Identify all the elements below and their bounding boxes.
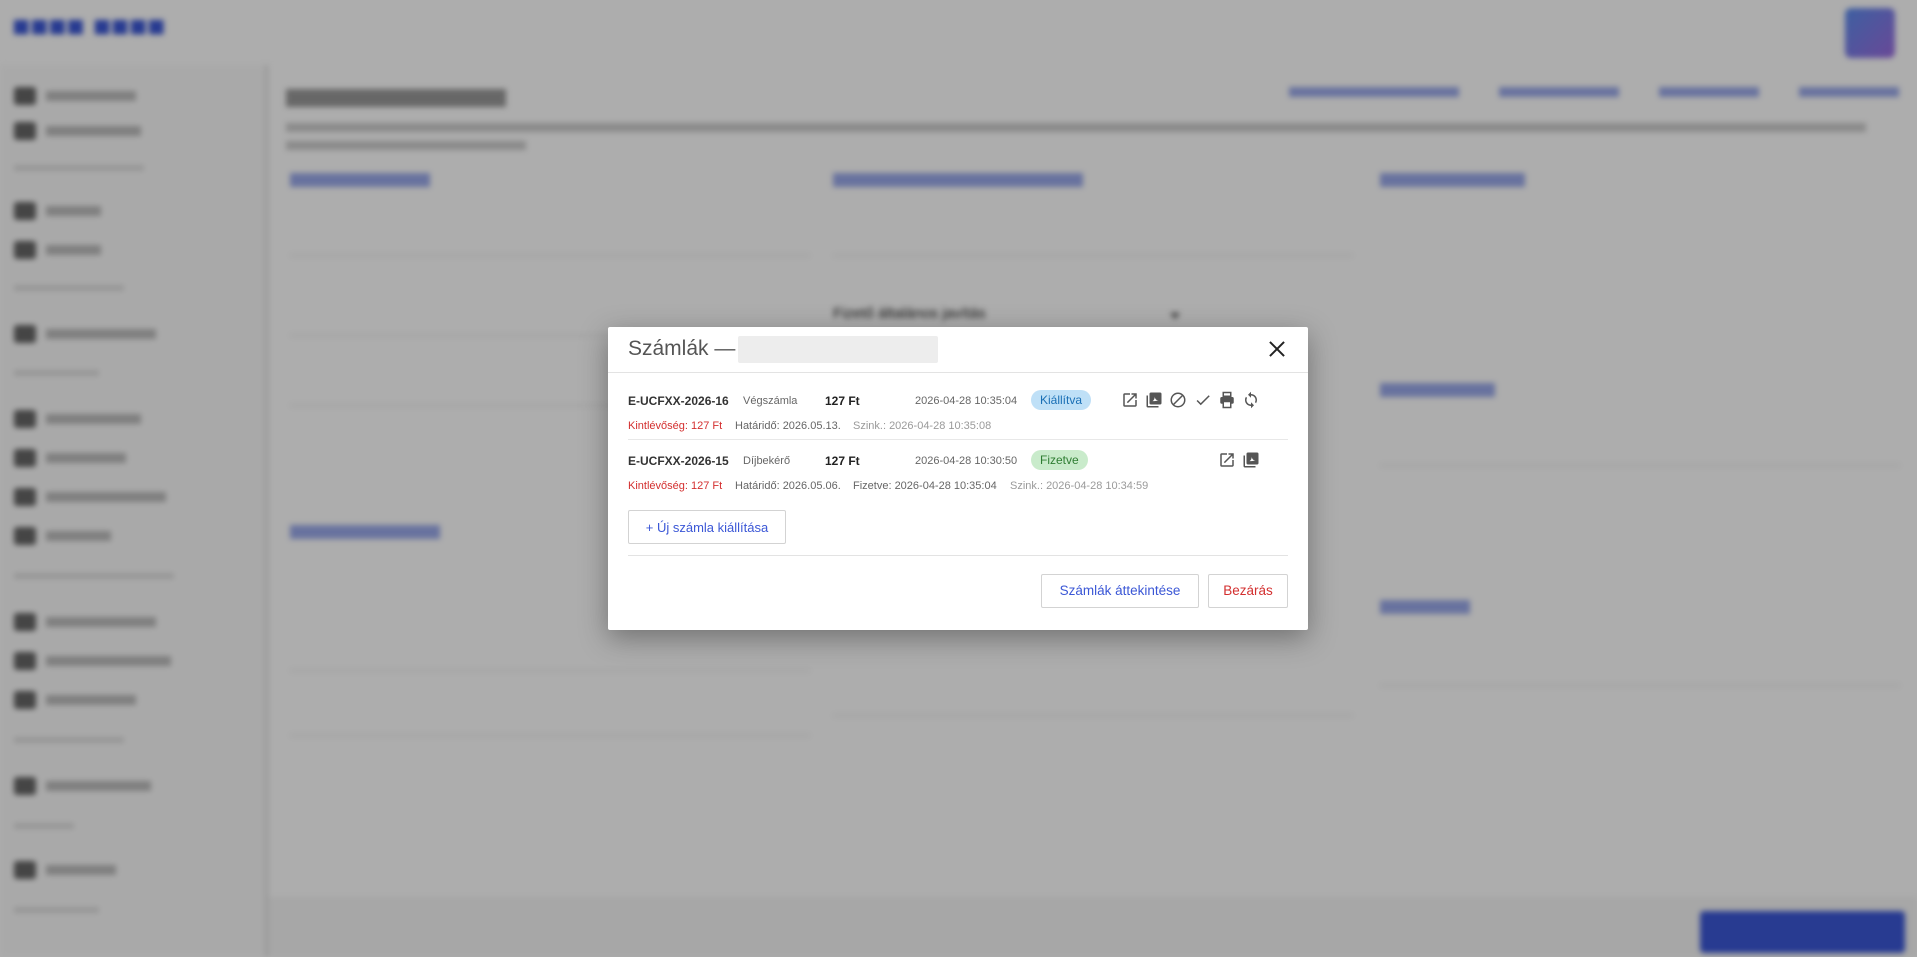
invoice-type: Végszámla bbox=[743, 395, 798, 407]
sync-time: Szink.: 2026-04-28 10:34:59 bbox=[1010, 480, 1149, 492]
pdf-icon[interactable] bbox=[1145, 391, 1163, 409]
sync-time: Szink.: 2026-04-28 10:35:08 bbox=[853, 420, 992, 432]
outstanding-amount: Kintlévőség: 127 Ft bbox=[628, 480, 723, 492]
due-date: Határidő: 2026.05.06. bbox=[735, 480, 841, 492]
dialog-title: Számlák — bbox=[628, 337, 736, 360]
invoice-amount: 127 Ft bbox=[825, 394, 860, 408]
open-external-icon[interactable] bbox=[1218, 451, 1236, 469]
due-date: Határidő: 2026.05.13. bbox=[735, 420, 841, 432]
print-icon[interactable] bbox=[1218, 391, 1236, 409]
invoice-amount: 127 Ft bbox=[825, 454, 860, 468]
pdf-icon[interactable] bbox=[1242, 451, 1260, 469]
redacted-customer-name bbox=[738, 336, 938, 363]
invoice-date: 2026-04-28 10:35:04 bbox=[915, 395, 1018, 407]
outstanding-amount: Kintlévőség: 127 Ft bbox=[628, 420, 723, 432]
invoice-number: E-UCFXX-2026-16 bbox=[628, 394, 729, 408]
status-badge: Fizetve bbox=[1031, 450, 1088, 470]
invoice-row: E-UCFXX-2026-16 Végszámla 127 Ft 2026-04… bbox=[628, 379, 1288, 440]
new-invoice-button[interactable]: + Új számla kiállítása bbox=[628, 510, 786, 544]
invoices-dialog: Számlák — E-UCFXX-2026-16 Végszámla 127 … bbox=[608, 327, 1308, 630]
invoice-number: E-UCFXX-2026-15 bbox=[628, 454, 729, 468]
close-icon[interactable] bbox=[1266, 338, 1288, 360]
invoice-date: 2026-04-28 10:30:50 bbox=[915, 455, 1018, 467]
open-external-icon[interactable] bbox=[1121, 391, 1139, 409]
close-button[interactable]: Bezárás bbox=[1208, 574, 1288, 608]
paid-time: Fizetve: 2026-04-28 10:35:04 bbox=[853, 480, 997, 492]
invoice-type: Díjbekérő bbox=[743, 455, 791, 467]
check-icon[interactable] bbox=[1194, 391, 1212, 409]
cancel-icon[interactable] bbox=[1169, 391, 1187, 409]
divider bbox=[628, 555, 1288, 556]
sync-icon[interactable] bbox=[1242, 391, 1260, 409]
invoice-row: E-UCFXX-2026-15 Díjbekérő 127 Ft 2026-04… bbox=[628, 439, 1288, 499]
dialog-header: Számlák — bbox=[608, 327, 1308, 373]
review-invoices-button[interactable]: Számlák áttekintése bbox=[1041, 574, 1199, 608]
status-badge: Kiállítva bbox=[1031, 390, 1092, 410]
